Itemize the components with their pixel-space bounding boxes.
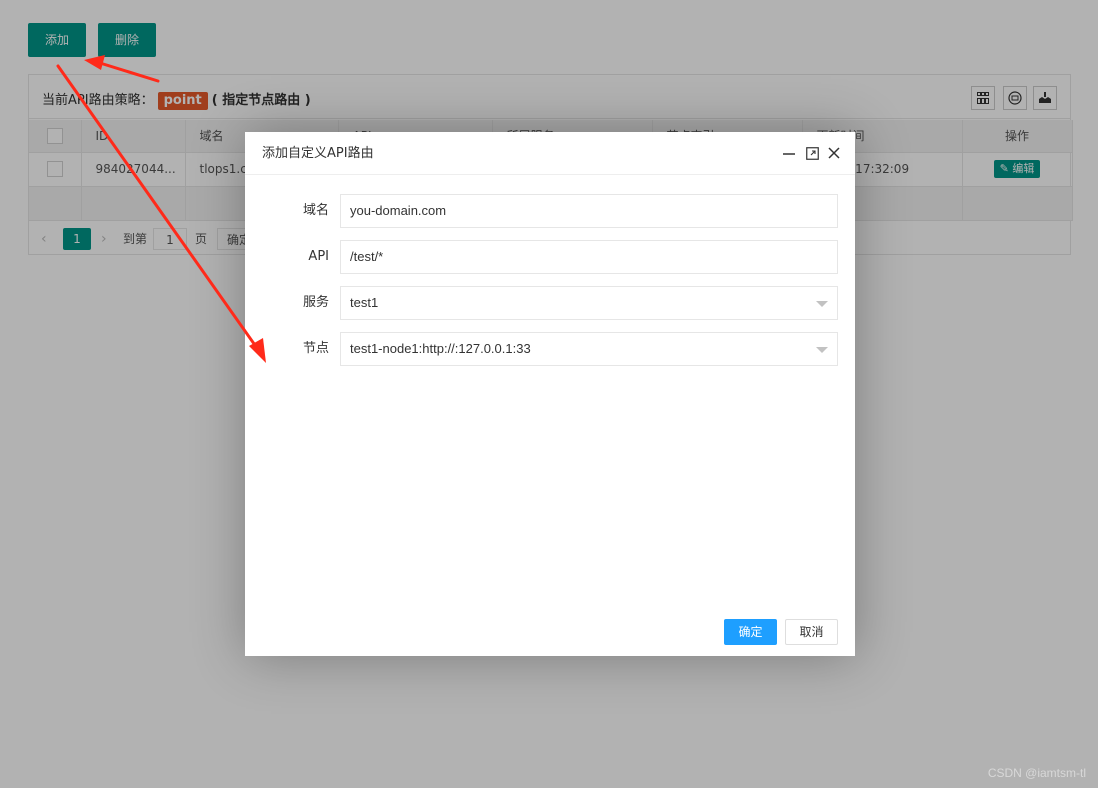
watermark: CSDN @iamtsm-tl (987, 766, 1086, 780)
arrow-to-dialog (56, 64, 259, 350)
arrow-to-add-button (98, 61, 160, 83)
annotation-arrows (56, 55, 266, 363)
arrow-head-add (84, 55, 105, 70)
